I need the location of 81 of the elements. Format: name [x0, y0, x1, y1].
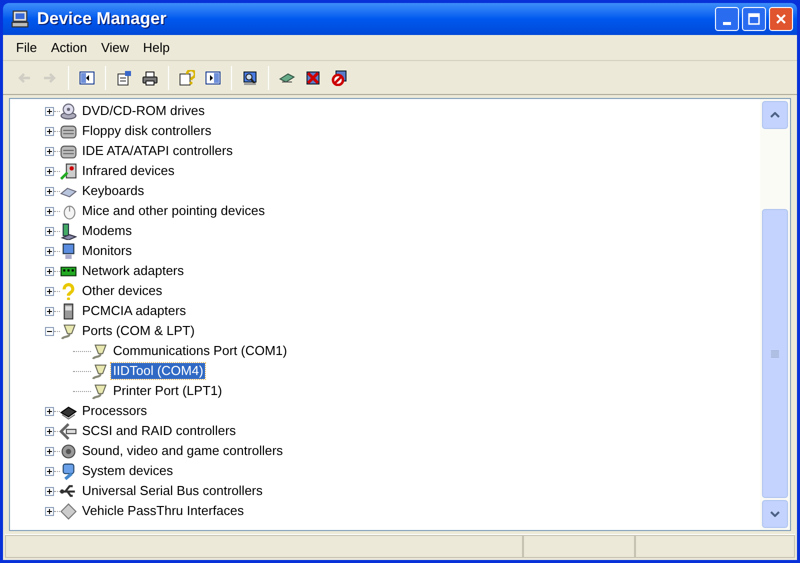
- scrollbar[interactable]: [760, 99, 790, 530]
- device-label[interactable]: Other devices: [80, 283, 164, 299]
- device-label[interactable]: Modems: [80, 223, 134, 239]
- drive-icon: [60, 122, 77, 140]
- properties-icon: [116, 70, 132, 86]
- close-icon: [775, 13, 787, 25]
- help-icon: [179, 70, 195, 86]
- printer-icon: [142, 70, 158, 86]
- menu-item[interactable]: View: [94, 38, 136, 58]
- menu-item[interactable]: Action: [44, 38, 94, 58]
- port-connector-icon: [91, 342, 108, 360]
- device-label[interactable]: IDE ATA/ATAPI controllers: [80, 143, 235, 159]
- device-label[interactable]: Keyboards: [80, 183, 146, 199]
- device-label[interactable]: Infrared devices: [80, 163, 176, 179]
- expand-icon[interactable]: [45, 166, 54, 176]
- expand-icon[interactable]: [45, 146, 54, 156]
- disc-drive-icon: [60, 102, 77, 120]
- scroll-thumb[interactable]: [762, 209, 788, 498]
- disable-icon: [331, 70, 347, 86]
- device-label[interactable]: Sound, video and game controllers: [80, 443, 285, 459]
- expand-icon[interactable]: [45, 286, 54, 296]
- scroll-up-button[interactable]: [762, 101, 788, 129]
- expand-icon[interactable]: [45, 206, 54, 216]
- usb-icon: [60, 482, 77, 500]
- device-label[interactable]: Universal Serial Bus controllers: [80, 483, 265, 499]
- question-mark-icon: [60, 282, 77, 300]
- close-button[interactable]: [769, 7, 793, 31]
- collapse-icon[interactable]: [45, 326, 54, 336]
- device-label[interactable]: Ports (COM & LPT): [80, 323, 197, 339]
- panel-icon: [205, 70, 221, 86]
- drive-icon: [60, 142, 77, 160]
- up-chevron-icon: [770, 112, 780, 118]
- device-label[interactable]: Processors: [80, 403, 150, 419]
- device-label[interactable]: PCMCIA adapters: [80, 303, 188, 319]
- expand-icon[interactable]: [45, 406, 54, 416]
- minimize-icon: [723, 22, 731, 25]
- scroll-down-button[interactable]: [762, 500, 788, 528]
- device-label[interactable]: SCSI and RAID controllers: [80, 423, 238, 439]
- expand-icon[interactable]: [45, 426, 54, 436]
- port-connector-icon: [91, 362, 108, 380]
- menu-item[interactable]: File: [9, 38, 44, 58]
- expand-icon[interactable]: [45, 246, 54, 256]
- maximize-button[interactable]: [742, 7, 766, 31]
- port-connector-icon: [60, 322, 77, 340]
- device-label[interactable]: Monitors: [80, 243, 134, 259]
- window-title: Device Manager: [37, 8, 166, 30]
- monitor-icon: [60, 242, 77, 260]
- device-label[interactable]: Floppy disk controllers: [80, 123, 214, 139]
- maximize-icon: [748, 13, 760, 25]
- device-label[interactable]: Mice and other pointing devices: [80, 203, 267, 219]
- device-label[interactable]: DVD/CD-ROM drives: [80, 103, 207, 119]
- grip-icon: [771, 350, 779, 358]
- expand-icon[interactable]: [45, 306, 54, 316]
- computer-icon: [11, 10, 29, 28]
- expand-icon[interactable]: [45, 466, 54, 476]
- menu-item[interactable]: Help: [136, 38, 177, 58]
- expand-icon[interactable]: [45, 266, 54, 276]
- port-connector-icon: [91, 382, 108, 400]
- device-label[interactable]: Communications Port (COM1): [111, 343, 290, 359]
- expand-icon[interactable]: [45, 186, 54, 196]
- system-device-icon: [60, 462, 77, 480]
- down-chevron-icon: [770, 511, 780, 517]
- modem-icon: [60, 222, 77, 240]
- panel-icon: [79, 70, 95, 86]
- expand-icon[interactable]: [45, 506, 54, 516]
- device-label[interactable]: Printer Port (LPT1): [111, 383, 224, 399]
- device-label[interactable]: Network adapters: [80, 263, 186, 279]
- expand-icon[interactable]: [45, 226, 54, 236]
- expand-icon[interactable]: [45, 126, 54, 136]
- expand-icon[interactable]: [45, 106, 54, 116]
- uninstall-icon: [305, 70, 321, 86]
- diamond-icon: [60, 502, 77, 520]
- computer-scan-icon: [242, 70, 258, 86]
- infrared-icon: [60, 162, 77, 180]
- device-label[interactable]: System devices: [80, 463, 176, 479]
- expand-icon[interactable]: [45, 446, 54, 456]
- scsi-controller-icon: [60, 422, 77, 440]
- minimize-button[interactable]: [715, 7, 739, 31]
- expand-icon[interactable]: [45, 486, 54, 496]
- device-label[interactable]: IIDTool (COM4): [111, 363, 206, 379]
- device-label[interactable]: Vehicle PassThru Interfaces: [80, 503, 246, 519]
